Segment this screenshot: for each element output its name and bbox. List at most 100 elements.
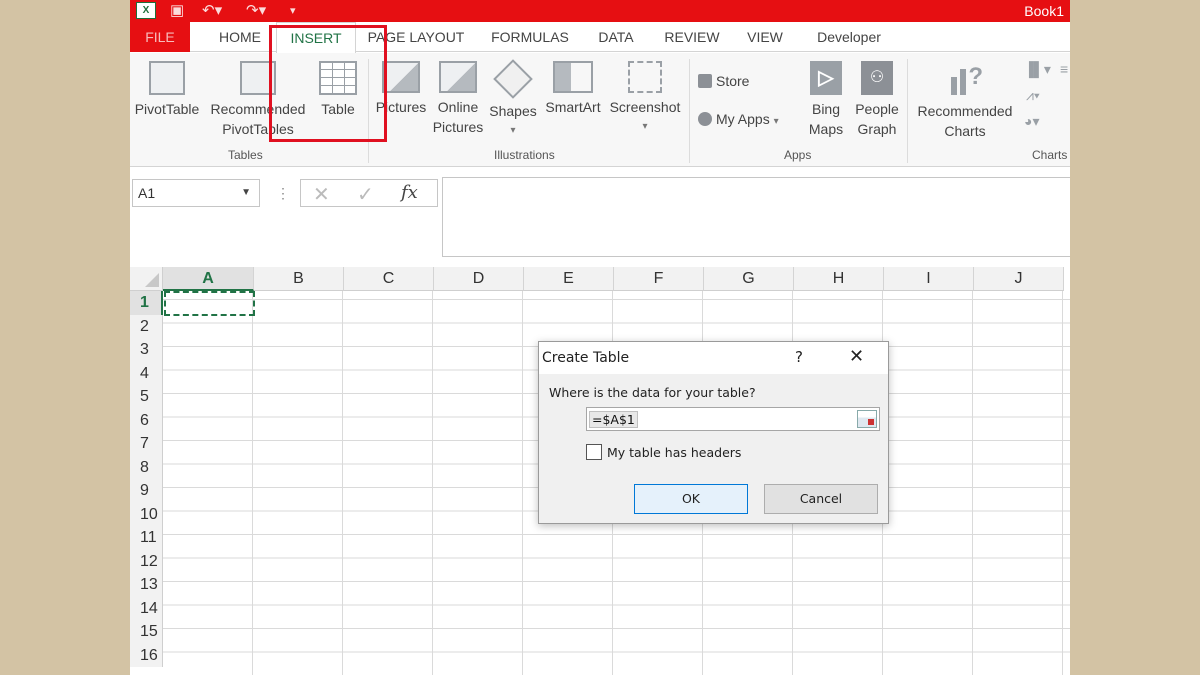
tab-developer[interactable]: Developer bbox=[808, 22, 890, 52]
name-box-value: A1 bbox=[138, 185, 156, 201]
row-header[interactable]: 5 bbox=[130, 385, 163, 409]
tab-view[interactable]: VIEW bbox=[740, 22, 790, 52]
my-apps-button[interactable]: My Apps ▾ bbox=[698, 109, 779, 132]
charts-group-label: Charts bbox=[1032, 148, 1068, 162]
row-header[interactable]: 6 bbox=[130, 408, 163, 432]
bar-chart-icon[interactable]: ≡ bbox=[1060, 61, 1068, 77]
create-table-dialog: Create Table ? ✕ Where is the data for y… bbox=[538, 341, 889, 524]
recommended-charts-label-2: Charts bbox=[944, 123, 986, 139]
column-chart-icon[interactable]: ▐▌▾ bbox=[1024, 61, 1051, 78]
range-input[interactable]: =$A$1 bbox=[586, 407, 880, 431]
tab-review[interactable]: REVIEW bbox=[660, 22, 724, 52]
save-icon[interactable]: ▣ bbox=[170, 1, 184, 21]
bing-maps-button[interactable]: ▷ Bing Maps bbox=[804, 61, 848, 139]
tab-data[interactable]: DATA bbox=[592, 22, 640, 52]
row-header[interactable]: 8 bbox=[130, 455, 163, 479]
cancel-button[interactable]: Cancel bbox=[764, 484, 878, 514]
dialog-title-bar: Create Table ? ✕ bbox=[539, 342, 888, 374]
selected-cell-a1[interactable] bbox=[164, 291, 255, 316]
my-apps-label: My Apps bbox=[716, 111, 770, 127]
screenshot-label: Screenshot bbox=[609, 99, 681, 115]
pie-chart-icon[interactable]: ◕▾ bbox=[1024, 113, 1039, 130]
row-header[interactable]: 16 bbox=[130, 643, 163, 667]
online-pictures-label-2: Pictures bbox=[432, 119, 484, 135]
column-header[interactable]: H bbox=[794, 267, 884, 291]
row-header[interactable]: 2 bbox=[130, 314, 163, 338]
screenshot-button[interactable]: Screenshot ▾ bbox=[606, 61, 684, 137]
row-header[interactable]: 12 bbox=[130, 549, 163, 573]
formula-buttons: ✕ ✓ fx bbox=[300, 179, 438, 207]
row-header[interactable]: 15 bbox=[130, 620, 163, 644]
formula-input[interactable] bbox=[442, 177, 1070, 257]
illustrations-group-label: Illustrations bbox=[494, 148, 555, 162]
insert-function-icon[interactable]: fx bbox=[401, 182, 418, 203]
pivottable-button[interactable]: PivotTable bbox=[132, 61, 202, 119]
row-header[interactable]: 3 bbox=[130, 338, 163, 362]
shapes-icon bbox=[495, 61, 531, 97]
bing-icon: ▷ bbox=[810, 61, 842, 95]
help-icon[interactable]: ? bbox=[795, 348, 803, 366]
tables-group-label: Tables bbox=[228, 148, 263, 162]
store-button[interactable]: Store bbox=[698, 71, 749, 91]
my-apps-icon bbox=[698, 112, 712, 126]
pivottable-label: PivotTable bbox=[134, 101, 200, 117]
column-header[interactable]: G bbox=[704, 267, 794, 291]
column-header[interactable]: E bbox=[524, 267, 614, 291]
ok-button[interactable]: OK bbox=[634, 484, 748, 514]
formula-bar-grip-icon: ⋮ bbox=[276, 185, 290, 201]
close-icon[interactable]: ✕ bbox=[849, 346, 864, 367]
online-pictures-icon bbox=[439, 61, 477, 93]
row-header[interactable]: 14 bbox=[130, 596, 163, 620]
chevron-down-icon[interactable]: ▼ bbox=[241, 180, 251, 206]
row-header[interactable]: 7 bbox=[130, 432, 163, 456]
enter-icon[interactable]: ✓ bbox=[357, 182, 374, 207]
apps-group-label: Apps bbox=[784, 148, 812, 162]
column-header[interactable]: C bbox=[344, 267, 434, 291]
cancel-icon[interactable]: ✕ bbox=[313, 182, 330, 207]
smartart-icon bbox=[553, 61, 593, 93]
headers-checkbox-label[interactable]: My table has headers bbox=[607, 445, 741, 460]
headers-checkbox[interactable] bbox=[586, 444, 602, 460]
recommended-charts-button[interactable]: ? Recommended Charts bbox=[912, 61, 1018, 141]
row-header[interactable]: 10 bbox=[130, 502, 163, 526]
ribbon-separator bbox=[907, 59, 908, 163]
row-header[interactable]: 9 bbox=[130, 479, 163, 503]
pictures-icon bbox=[382, 61, 420, 93]
row-header[interactable]: 11 bbox=[130, 526, 163, 550]
people-graph-label-2: Graph bbox=[857, 121, 897, 137]
undo-icon[interactable]: ↶▾ bbox=[202, 1, 222, 21]
dialog-title: Create Table bbox=[542, 350, 630, 366]
column-header[interactable]: I bbox=[884, 267, 974, 291]
range-value: =$A$1 bbox=[589, 411, 638, 428]
range-picker-icon[interactable] bbox=[857, 410, 877, 428]
column-header[interactable]: A bbox=[163, 267, 254, 291]
tab-file[interactable]: FILE bbox=[130, 22, 190, 52]
bing-maps-label-2: Maps bbox=[808, 121, 844, 137]
row-header[interactable]: 13 bbox=[130, 573, 163, 597]
online-pictures-label-1: Online bbox=[437, 99, 479, 115]
tab-formulas[interactable]: FORMULAS bbox=[485, 22, 575, 52]
line-chart-icon[interactable]: ⩘▾ bbox=[1026, 87, 1040, 104]
screenshot-icon bbox=[628, 61, 662, 93]
recommended-charts-label-1: Recommended bbox=[917, 103, 1013, 119]
redo-icon[interactable]: ↷▾ bbox=[246, 1, 266, 21]
highlight-box bbox=[269, 25, 387, 142]
shapes-label: Shapes bbox=[489, 103, 537, 119]
select-all-button[interactable] bbox=[130, 267, 163, 291]
name-box[interactable]: A1 ▼ bbox=[132, 179, 260, 207]
recommended-charts-icon: ? bbox=[947, 61, 983, 97]
row-header[interactable]: 4 bbox=[130, 361, 163, 385]
shapes-button[interactable]: Shapes ▾ bbox=[486, 61, 540, 141]
row-header[interactable]: 1 bbox=[130, 291, 163, 315]
column-header[interactable]: B bbox=[254, 267, 344, 291]
customize-icon[interactable]: ▾ bbox=[290, 1, 296, 21]
column-header[interactable]: F bbox=[614, 267, 704, 291]
online-pictures-button[interactable]: Online Pictures bbox=[430, 61, 486, 137]
data-location-label: Where is the data for your table? bbox=[549, 385, 756, 400]
tab-home[interactable]: HOME bbox=[212, 22, 268, 52]
people-graph-button[interactable]: ⚇ People Graph bbox=[852, 61, 902, 139]
column-header[interactable]: D bbox=[434, 267, 524, 291]
smartart-button[interactable]: SmartArt bbox=[540, 61, 606, 117]
bing-maps-label-1: Bing bbox=[811, 101, 841, 117]
column-header[interactable]: J bbox=[974, 267, 1064, 291]
